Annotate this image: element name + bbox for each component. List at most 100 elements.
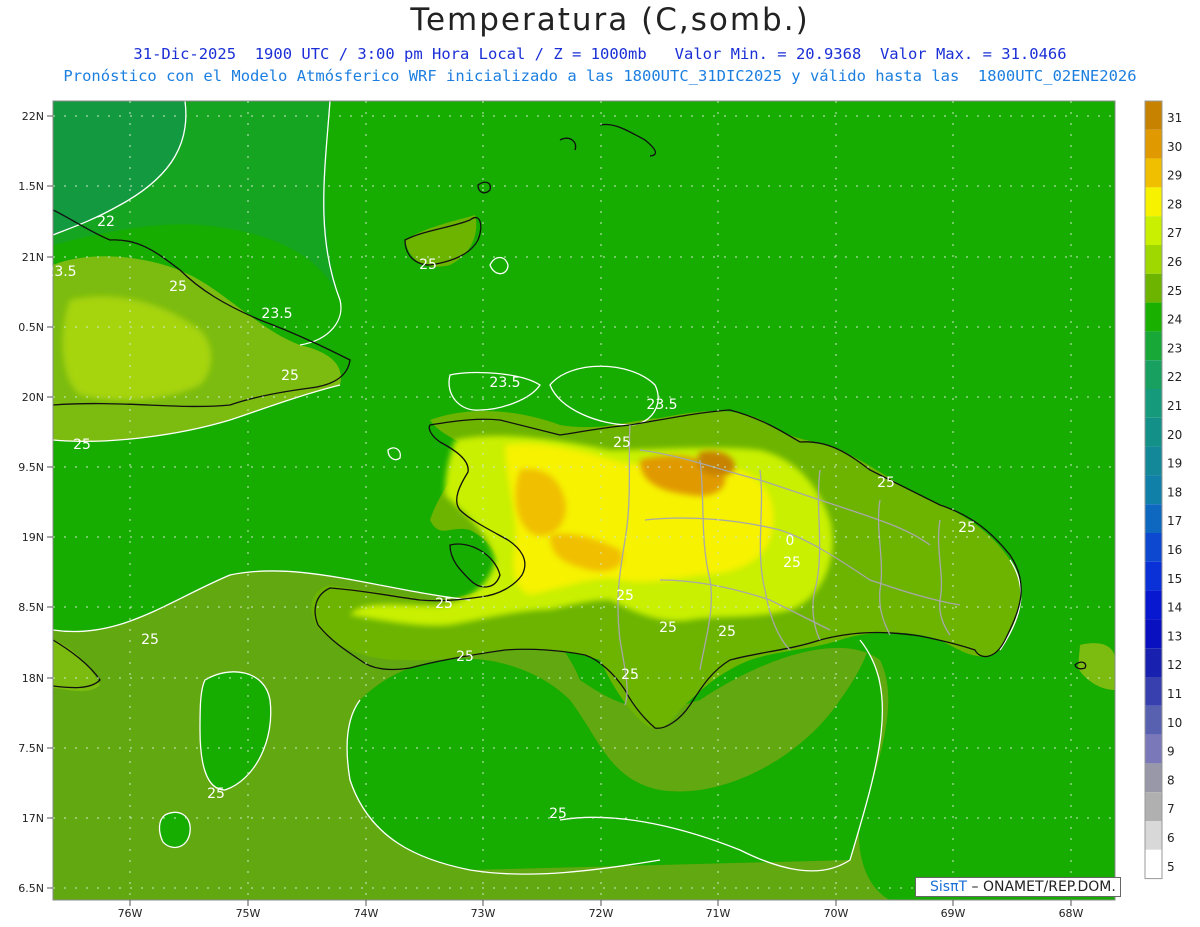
lon-tick-label: 76W bbox=[118, 907, 143, 920]
credit-text: – ONAMET/REP.DOM. bbox=[967, 879, 1116, 895]
credit-box: SisπT – ONAMET/REP.DOM. bbox=[915, 877, 1121, 897]
colorbar-label: 8 bbox=[1167, 773, 1175, 787]
colorbar-swatch bbox=[1145, 273, 1162, 303]
colorbar-label: 27 bbox=[1167, 226, 1182, 240]
contour-value-label: 0 bbox=[786, 533, 795, 549]
contour-value-label: 25 bbox=[613, 435, 631, 451]
colorbar-label: 28 bbox=[1167, 197, 1182, 211]
longitude-labels: 76W 75W 74W 73W 72W 71W 70W 69W 68W bbox=[118, 900, 1084, 920]
colorbar-swatch bbox=[1145, 619, 1162, 649]
colorbar-label: 24 bbox=[1167, 313, 1182, 327]
contour-value-label: 23.5 bbox=[489, 375, 520, 391]
contour-value-label: 22 bbox=[97, 214, 115, 230]
contour-value-label: 25 bbox=[73, 437, 91, 453]
colorbar-swatch bbox=[1145, 245, 1162, 274]
lat-tick-label: 7.5N bbox=[18, 742, 44, 755]
colorbar-label: 20 bbox=[1167, 428, 1182, 442]
lon-tick-label: 72W bbox=[589, 907, 614, 920]
colorbar-swatch bbox=[1145, 187, 1162, 217]
lat-tick-label: 6.5N bbox=[18, 882, 44, 895]
colorbar-swatch bbox=[1145, 331, 1162, 361]
colorbar-swatch bbox=[1145, 129, 1162, 159]
colorbar-label: 31 bbox=[1167, 111, 1182, 125]
contour-value-label: 25 bbox=[281, 368, 299, 384]
lon-tick-label: 69W bbox=[941, 907, 966, 920]
lat-tick-label: 19N bbox=[22, 531, 44, 544]
contour-value-label: 25 bbox=[783, 555, 801, 571]
colorbar-label: 14 bbox=[1167, 601, 1182, 615]
colorbar-label: 5 bbox=[1167, 860, 1175, 874]
lat-tick-label: 1.5N bbox=[18, 180, 44, 193]
colorbar-label: 21 bbox=[1167, 399, 1182, 413]
contour-value-label: 25 bbox=[141, 632, 159, 648]
lon-tick-label: 71W bbox=[706, 907, 731, 920]
colorbar-swatch bbox=[1145, 101, 1162, 130]
colorbar-swatch bbox=[1145, 821, 1162, 850]
lat-tick-label: 8.5N bbox=[18, 601, 44, 614]
contour-value-label: 25 bbox=[207, 786, 225, 802]
colorbar-swatch bbox=[1145, 677, 1162, 706]
colorbar-label: 25 bbox=[1167, 284, 1182, 298]
lon-tick-label: 75W bbox=[236, 907, 261, 920]
colorbar-label: 16 bbox=[1167, 543, 1182, 557]
colorbar-label: 10 bbox=[1167, 716, 1182, 730]
colorbar-swatch bbox=[1145, 705, 1162, 735]
colorbar-label: 22 bbox=[1167, 370, 1182, 384]
lat-tick-label: 18N bbox=[22, 672, 44, 685]
contour-value-label: 25 bbox=[549, 806, 567, 822]
colorbar-label: 9 bbox=[1167, 745, 1175, 759]
colorbar-swatch bbox=[1145, 302, 1162, 332]
lon-tick-label: 68W bbox=[1059, 907, 1084, 920]
colorbar-label: 12 bbox=[1167, 658, 1182, 672]
colorbar-swatch bbox=[1145, 216, 1162, 245]
colorbar-label: 18 bbox=[1167, 485, 1182, 499]
lat-tick-label: 9.5N bbox=[18, 461, 44, 474]
colorbar-label: 11 bbox=[1167, 687, 1182, 701]
contour-value-label: 25 bbox=[419, 257, 437, 273]
lat-tick-label: 17N bbox=[22, 812, 44, 825]
lon-tick-label: 70W bbox=[824, 907, 849, 920]
contour-value-label: 25 bbox=[877, 475, 895, 491]
colorbar-label: 15 bbox=[1167, 572, 1182, 586]
contour-value-label: 25 bbox=[958, 520, 976, 536]
colorbar-swatch bbox=[1145, 389, 1162, 418]
contour-value-label: 23.5 bbox=[646, 397, 677, 413]
colorbar-swatch bbox=[1145, 849, 1162, 879]
colorbar-label: 17 bbox=[1167, 514, 1182, 528]
contour-value-label: 25 bbox=[435, 596, 453, 612]
colorbar-swatch bbox=[1145, 590, 1162, 620]
colorbar-swatch bbox=[1145, 561, 1162, 591]
colorbar-swatch bbox=[1145, 360, 1162, 389]
lat-tick-label: 0.5N bbox=[18, 321, 44, 334]
colorbar-swatch bbox=[1145, 734, 1162, 764]
colorbar-swatch bbox=[1145, 763, 1162, 793]
colorbar-swatch bbox=[1145, 533, 1162, 562]
colorbar-label: 6 bbox=[1167, 831, 1175, 845]
colorbar-label: 19 bbox=[1167, 457, 1182, 471]
contour-value-label: 25 bbox=[456, 649, 474, 665]
contour-value-label: 25 bbox=[621, 667, 639, 683]
colorbar-swatch bbox=[1145, 504, 1162, 533]
colorbar-swatch bbox=[1145, 792, 1162, 821]
lon-tick-label: 73W bbox=[471, 907, 496, 920]
contour-value-label: 25 bbox=[616, 588, 634, 604]
lat-tick-label: 22N bbox=[22, 110, 44, 123]
colorbar-swatch bbox=[1145, 648, 1162, 677]
contour-value-label: 25 bbox=[718, 624, 736, 640]
colorbar-label: 30 bbox=[1167, 140, 1182, 154]
colorbar-label: 13 bbox=[1167, 629, 1182, 643]
latitude-labels: 22N 1.5N 21N 0.5N 20N 9.5N 19N 8.5N 18N 7.5N 17N 6.… bbox=[18, 110, 53, 895]
colorbar-label: 29 bbox=[1167, 169, 1182, 183]
lat-tick-label: 20N bbox=[22, 391, 44, 404]
colorbar-swatch bbox=[1145, 475, 1162, 505]
contour-value-label: 25 bbox=[169, 279, 187, 295]
temperature-colorbar: 31 30 29 28 27 26 25 24 23 22 21 20 19 18 17 16 15 14 13 12… bbox=[1144, 100, 1182, 880]
colorbar-swatch bbox=[1145, 417, 1162, 447]
colorbar-swatch bbox=[1145, 158, 1162, 188]
lon-tick-label: 74W bbox=[354, 907, 379, 920]
colorbar-label: 7 bbox=[1167, 802, 1175, 816]
colorbar-swatch bbox=[1145, 446, 1162, 476]
colorbar-label: 26 bbox=[1167, 255, 1182, 269]
contour-value-label: 23.5 bbox=[45, 264, 76, 280]
lat-tick-label: 21N bbox=[22, 251, 44, 264]
